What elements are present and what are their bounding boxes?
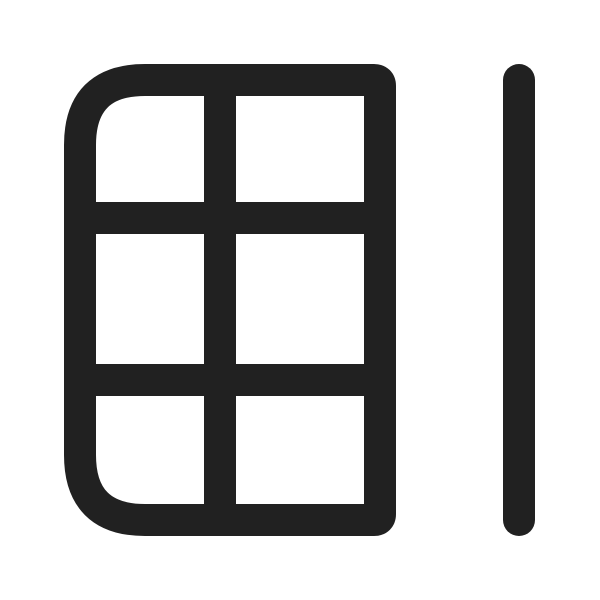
table-freeze-column-icon bbox=[64, 64, 535, 536]
icon-canvas bbox=[0, 0, 600, 600]
